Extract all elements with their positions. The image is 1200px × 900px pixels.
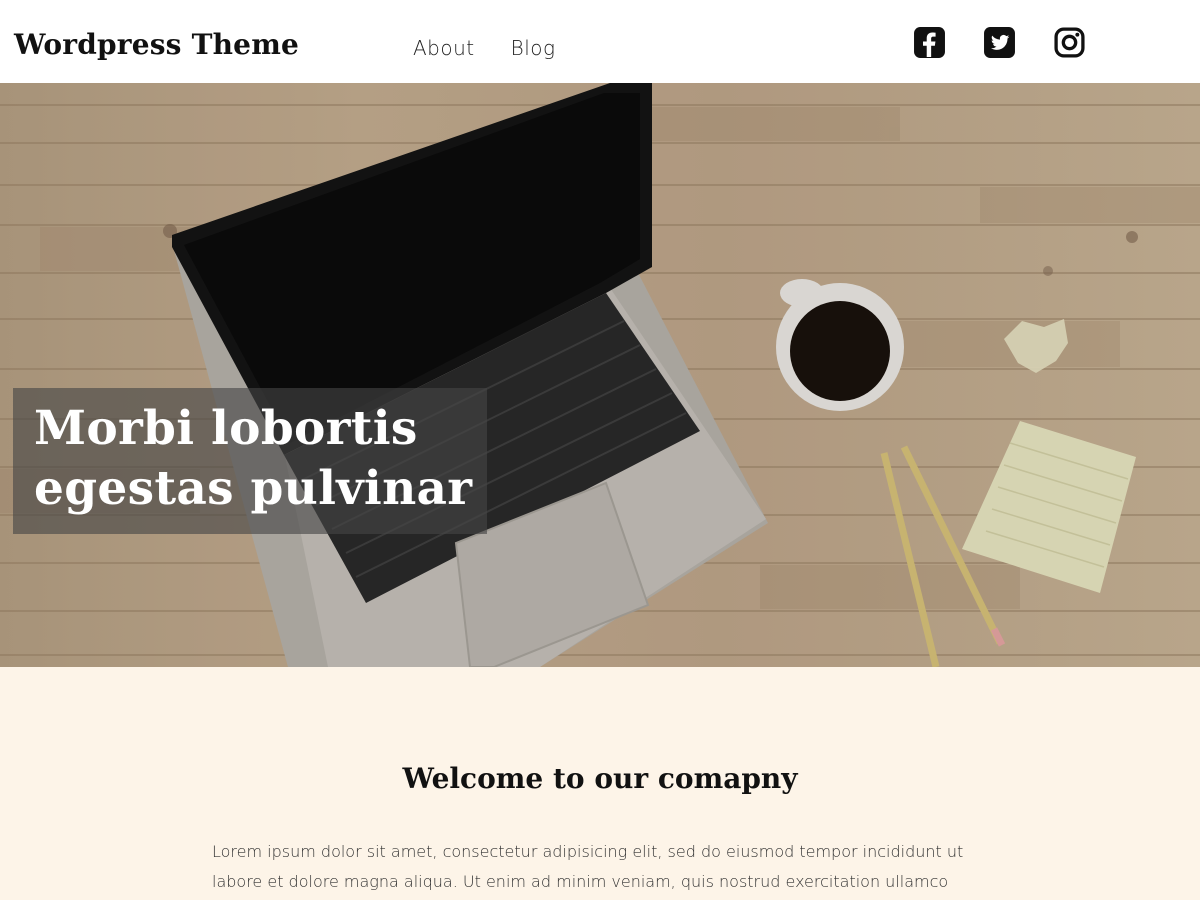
welcome-section: Welcome to our comapny Lorem ipsum dolor…	[0, 667, 1200, 900]
nav-item-about[interactable]: About	[413, 33, 475, 63]
hero-section: Morbi lobortis egestas pulvinar	[0, 83, 1200, 667]
main-nav: About Blog	[413, 33, 556, 63]
welcome-title: Welcome to our comapny	[402, 762, 798, 795]
hero-title: Morbi lobortis egestas pulvinar	[34, 401, 473, 516]
welcome-text: Lorem ipsum dolor sit amet, consectetur …	[212, 842, 964, 891]
site-title[interactable]: Wordpress Theme	[14, 24, 299, 66]
site-header: Wordpress Theme About Blog	[0, 0, 1200, 83]
nav-item-blog[interactable]: Blog	[511, 33, 556, 63]
instagram-icon[interactable]	[1053, 26, 1086, 59]
facebook-icon[interactable]	[913, 26, 946, 59]
hero-desk-photo	[0, 83, 1200, 667]
twitter-icon[interactable]	[983, 26, 1016, 59]
